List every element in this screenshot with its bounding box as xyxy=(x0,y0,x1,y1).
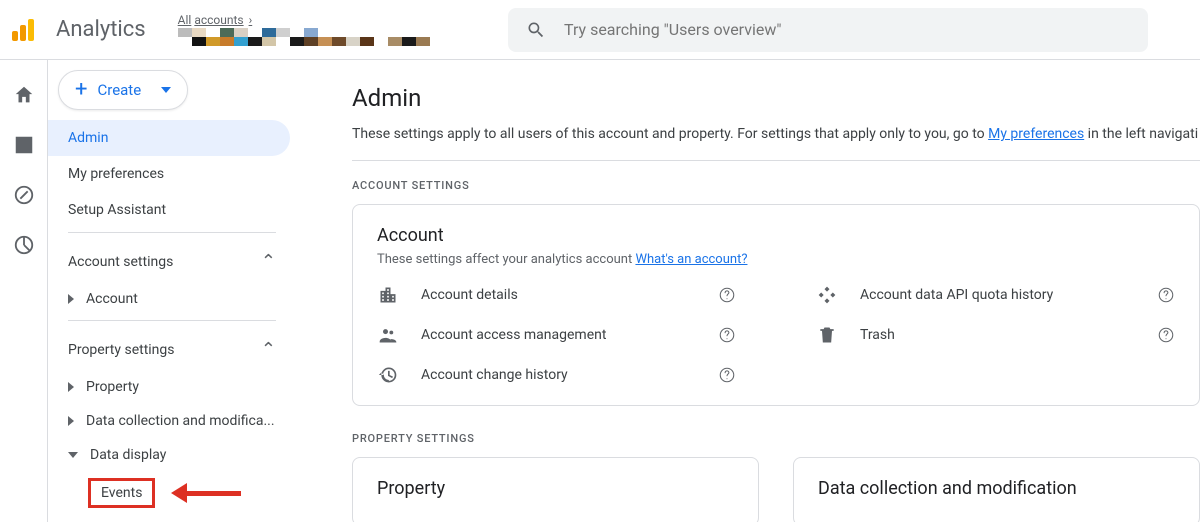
page-title: Admin xyxy=(352,84,1200,112)
breadcrumb-link[interactable]: accounts xyxy=(194,13,243,27)
search-icon xyxy=(526,20,546,40)
nav-section-property-settings[interactable]: Property settings ⌃ xyxy=(48,325,296,370)
nav-data-collection[interactable]: Data collection and modifica... xyxy=(48,404,296,438)
plus-icon: + xyxy=(75,79,87,101)
nav-sub-label: Data collection and modifica... xyxy=(86,413,276,429)
triangle-right-icon xyxy=(68,416,74,426)
help-icon[interactable] xyxy=(718,366,736,384)
nav-section-label: Account settings xyxy=(68,254,173,270)
annotation-arrow-icon xyxy=(171,487,241,499)
property-card-title: Property xyxy=(377,478,734,499)
page-subtitle: These settings apply to all users of thi… xyxy=(352,126,1200,142)
nav-section-label: Property settings xyxy=(68,342,175,358)
account-change-history-row[interactable]: Account change history xyxy=(377,365,736,385)
nav-events-highlighted[interactable]: Events xyxy=(88,478,155,508)
help-icon[interactable] xyxy=(718,286,736,304)
nav-setup-assistant[interactable]: Setup Assistant xyxy=(48,192,296,228)
row-label: Account data API quota history xyxy=(860,287,1135,303)
data-collection-card-title: Data collection and modification xyxy=(818,478,1175,499)
row-label: Account access management xyxy=(421,327,696,343)
api-icon xyxy=(816,285,838,305)
create-button[interactable]: + Create xyxy=(58,70,188,110)
nav-account[interactable]: Account xyxy=(48,282,296,316)
history-icon xyxy=(377,365,399,385)
reports-icon[interactable] xyxy=(13,134,35,156)
account-details-row[interactable]: Account details xyxy=(377,285,736,305)
trash-row[interactable]: Trash xyxy=(816,325,1175,345)
trash-icon xyxy=(816,325,838,345)
nav-sub-label: Account xyxy=(86,291,276,307)
account-access-row[interactable]: Account access management xyxy=(377,325,736,345)
breadcrumb-prefix: All xyxy=(178,13,192,27)
nav-sub-label: Data display xyxy=(90,447,276,463)
chevron-up-icon: ⌃ xyxy=(261,251,276,272)
admin-content: Admin These settings apply to all users … xyxy=(296,60,1200,522)
chevron-up-icon: ⌃ xyxy=(261,339,276,360)
people-icon xyxy=(377,325,399,345)
help-icon[interactable] xyxy=(1157,326,1175,344)
home-icon[interactable] xyxy=(13,84,35,106)
nav-data-display[interactable]: Data display xyxy=(48,438,296,472)
dropdown-caret-icon xyxy=(161,87,171,93)
property-settings-label: PROPERTY SETTINGS xyxy=(352,432,1200,445)
nav-property[interactable]: Property xyxy=(48,370,296,404)
nav-section-account-settings[interactable]: Account settings ⌃ xyxy=(48,237,296,282)
chevron-right-icon: › xyxy=(249,13,253,27)
triangle-right-icon xyxy=(68,382,74,392)
nav-admin[interactable]: Admin xyxy=(48,120,290,156)
advertising-icon[interactable] xyxy=(13,234,35,256)
my-preferences-link[interactable]: My preferences xyxy=(988,126,1084,142)
whats-an-account-link[interactable]: What's an account? xyxy=(635,252,747,267)
ga-logo-icon xyxy=(12,19,34,41)
property-card: Property xyxy=(352,457,759,522)
product-name: Analytics xyxy=(56,17,146,42)
row-label: Account change history xyxy=(421,367,696,383)
subtitle-text: These settings apply to all users of thi… xyxy=(352,126,988,142)
search-bar[interactable] xyxy=(508,8,1148,52)
data-collection-card: Data collection and modification xyxy=(793,457,1200,522)
help-icon[interactable] xyxy=(718,326,736,344)
subtitle-text-suffix: in the left navigati xyxy=(1084,126,1198,142)
explore-icon[interactable] xyxy=(13,184,35,206)
account-card-title: Account xyxy=(377,225,1175,246)
nav-my-preferences[interactable]: My preferences xyxy=(48,156,296,192)
triangle-down-icon xyxy=(68,452,78,458)
api-quota-row[interactable]: Account data API quota history xyxy=(816,285,1175,305)
business-icon xyxy=(377,285,399,305)
account-card-desc: These settings affect your analytics acc… xyxy=(377,252,635,267)
row-label: Account details xyxy=(421,287,696,303)
nav-sub-label: Property xyxy=(86,379,276,395)
row-label: Trash xyxy=(860,327,1135,343)
account-breadcrumb[interactable]: All accounts › xyxy=(178,13,458,45)
account-card: Account These settings affect your analy… xyxy=(352,204,1200,406)
admin-navigation-panel: + Create Admin My preferences Setup Assi… xyxy=(48,60,296,522)
search-input[interactable] xyxy=(562,19,1130,40)
left-icon-rail xyxy=(0,60,48,522)
create-button-label: Create xyxy=(97,81,141,99)
triangle-right-icon xyxy=(68,294,74,304)
redacted-property-name xyxy=(178,28,458,46)
account-settings-label: ACCOUNT SETTINGS xyxy=(352,179,1200,192)
help-icon[interactable] xyxy=(1157,286,1175,304)
